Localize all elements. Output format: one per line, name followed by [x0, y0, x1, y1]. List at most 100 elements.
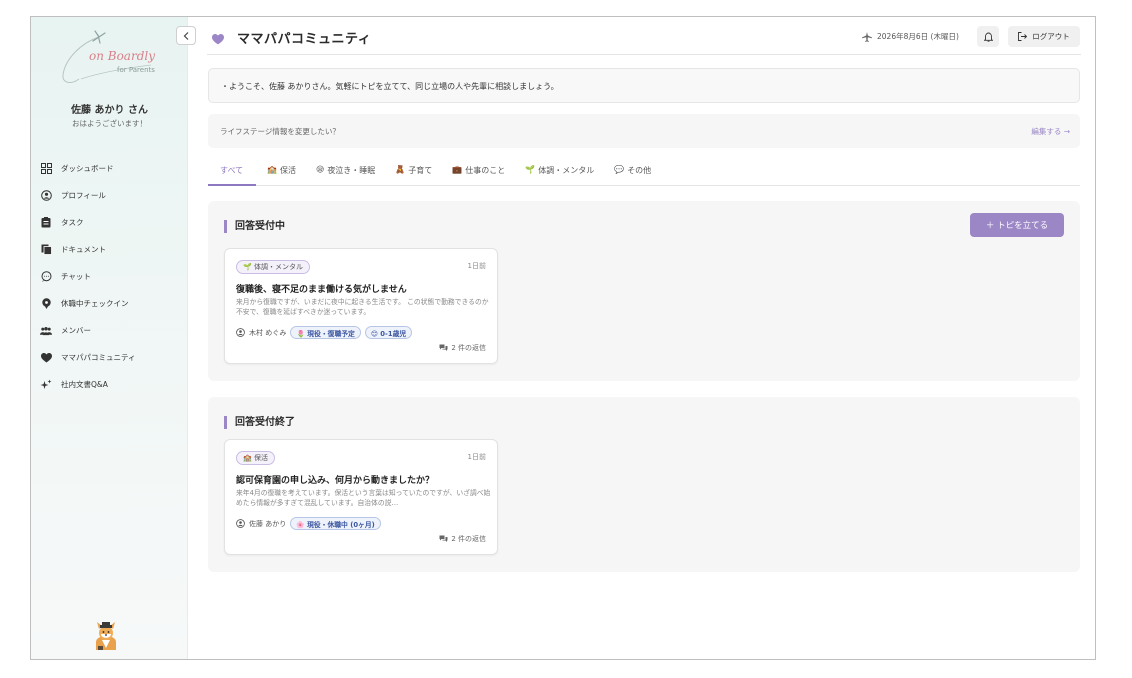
- user-circle-icon: [40, 190, 52, 202]
- sidebar-nav: ダッシュボード プロフィール タスク ドキュメント チャット 休職中チェックイン…: [40, 155, 186, 398]
- sidebar-item-profile[interactable]: プロフィール: [40, 182, 186, 209]
- open-topics-section: 回答受付中 ＋ トピを立てる 🌱 体調・メンタル 1日前 復職後、寝不足のまま働…: [208, 201, 1080, 381]
- seedling-icon: 🌱: [525, 165, 536, 174]
- author-meta: 佐藤 あかり 🌸 現役・休職中 (0ヶ月): [236, 517, 381, 530]
- topic-excerpt: 来年4月の復職を考えています。保活という言葉は知っていたのですが、いざ調べ始めた…: [236, 489, 491, 507]
- bell-icon: [983, 32, 993, 42]
- brand-name: on Boardly: [89, 49, 155, 63]
- page-header: ママパパコミュニティ 2026年8月6日 (木曜日) ログアウト: [207, 17, 1081, 55]
- sidebar-item-label: 社内文書Q&A: [61, 380, 108, 389]
- tab-all[interactable]: すべて: [208, 162, 256, 186]
- category-tabs: すべて 🏫 保活 😪 夜泣き・睡眠 🧸 子育て 💼 仕事のこと 🌱 体調・メンタ…: [208, 162, 1080, 186]
- lifestage-chip: 🌷 現役・復職予定: [290, 326, 361, 339]
- sleepy-face-icon: 😪: [315, 165, 325, 174]
- post-time: 1日前: [467, 453, 486, 461]
- sidebar-item-label: メンバー: [61, 326, 91, 335]
- tab-label: 子育て: [408, 166, 433, 175]
- sidebar-item-label: ママパパコミュニティ: [61, 353, 136, 362]
- tab-label: 保活: [279, 166, 296, 175]
- tab-work[interactable]: 💼 仕事のこと: [452, 162, 505, 186]
- lifestage-question: ライフステージ情報を変更したい？: [220, 127, 340, 136]
- sidebar-item-tasks[interactable]: タスク: [40, 209, 186, 236]
- section-title: 回答受付終了: [224, 416, 295, 429]
- mascot-dog-icon: [92, 620, 120, 652]
- documents-icon: [40, 244, 52, 256]
- sparkle-icon: [40, 379, 52, 391]
- user-avatar-icon: [236, 328, 245, 337]
- sidebar-item-dashboard[interactable]: ダッシュボード: [40, 155, 186, 182]
- category-tag: 🏫 保活: [236, 451, 275, 465]
- comments-icon: [439, 535, 448, 542]
- pin-icon: [40, 298, 52, 310]
- clipboard-icon: [40, 217, 52, 229]
- date-text: 2026年8月6日 (木曜日): [877, 32, 959, 41]
- tab-parenting[interactable]: 🧸 子育て: [395, 162, 432, 186]
- people-icon: [40, 325, 52, 337]
- sidebar-item-checkin[interactable]: 休職中チェックイン: [40, 290, 186, 317]
- app-window: on Boardly for Parents 佐藤 あかり さん おはようござい…: [30, 16, 1096, 660]
- sidebar-item-label: ドキュメント: [61, 245, 106, 254]
- tab-other[interactable]: 💬 その他: [614, 162, 651, 186]
- logout-label: ログアウト: [1032, 32, 1070, 41]
- grid-icon: [40, 163, 52, 175]
- airplane-icon: [862, 31, 872, 42]
- topic-title: 認可保育園の申し込み、何月から動きましたか？: [236, 476, 435, 486]
- new-topic-button[interactable]: ＋ トピを立てる: [970, 213, 1064, 237]
- sidebar-item-label: 休職中チェックイン: [61, 299, 129, 308]
- author-meta: 木村 めぐみ 🌷 現役・復職予定 😊 0-1歳児: [236, 326, 413, 339]
- sidebar-item-doc-qa[interactable]: 社内文書Q&A: [40, 371, 186, 398]
- user-avatar-icon: [236, 519, 245, 528]
- category-tag: 🌱 体調・メンタル: [236, 260, 310, 274]
- post-time: 1日前: [467, 262, 486, 270]
- topic-card[interactable]: 🌱 体調・メンタル 1日前 復職後、寝不足のまま働ける気がしません 来月から復職…: [224, 248, 498, 364]
- sidebar-item-label: タスク: [61, 218, 84, 227]
- lifestage-edit-link[interactable]: 編集する →: [1031, 126, 1070, 137]
- child-age-chip: 😊 0-1歳児: [364, 326, 413, 339]
- brand-tagline: for Parents: [117, 66, 155, 74]
- briefcase-icon: 💼: [452, 165, 463, 174]
- heart-icon: [40, 352, 52, 364]
- lifestage-chip: 🌸 現役・休職中 (0ヶ月): [290, 517, 381, 530]
- sidebar: on Boardly for Parents 佐藤 あかり さん おはようござい…: [31, 17, 188, 659]
- reply-count: 2 件の返信: [439, 343, 486, 353]
- chevron-left-icon: [183, 31, 189, 40]
- sidebar-item-documents[interactable]: ドキュメント: [40, 236, 186, 263]
- notifications-button[interactable]: [977, 26, 999, 47]
- comments-icon: [439, 344, 448, 351]
- tab-label: その他: [627, 166, 652, 175]
- current-date: 2026年8月6日 (木曜日): [862, 31, 959, 42]
- sidebar-item-label: チャット: [61, 272, 91, 281]
- welcome-banner: ・ようこそ、佐藤 あかりさん。気軽にトピを立てて、同じ立場の人や先輩に相談しまし…: [208, 68, 1080, 103]
- tab-hokatsu[interactable]: 🏫 保活: [267, 162, 296, 186]
- sidebar-item-chat[interactable]: チャット: [40, 263, 186, 290]
- tab-health[interactable]: 🌱 体調・メンタル: [525, 162, 594, 186]
- sidebar-item-label: ダッシュボード: [61, 164, 114, 173]
- tab-sleep[interactable]: 😪 夜泣き・睡眠: [316, 162, 375, 186]
- user-name: 佐藤 あかり さん: [71, 105, 148, 116]
- sidebar-item-community[interactable]: ママパパコミュニティ: [40, 344, 186, 371]
- section-title: 回答受付中: [224, 220, 285, 233]
- tab-label: 体調・メンタル: [538, 166, 595, 175]
- closed-topics-section: 回答受付終了 🏫 保活 1日前 認可保育園の申し込み、何月から動きましたか？ 来…: [208, 397, 1080, 572]
- tab-label: 仕事のこと: [465, 166, 506, 175]
- sidebar-item-members[interactable]: メンバー: [40, 317, 186, 344]
- page-title: ママパパコミュニティ: [237, 32, 372, 47]
- lifestage-banner: ライフステージ情報を変更したい？ 編集する →: [208, 114, 1080, 148]
- logout-icon: [1018, 32, 1028, 41]
- author-name: 木村 めぐみ: [249, 328, 287, 337]
- author-name: 佐藤 あかり: [249, 519, 287, 528]
- sidebar-item-label: プロフィール: [61, 191, 106, 200]
- reply-count-text: 2 件の返信: [451, 535, 486, 543]
- topic-card[interactable]: 🏫 保活 1日前 認可保育園の申し込み、何月から動きましたか？ 来年4月の復職を…: [224, 439, 498, 555]
- sidebar-collapse-button[interactable]: [176, 26, 196, 45]
- chat-bubble-icon: [40, 271, 52, 283]
- school-icon: 🏫: [267, 165, 277, 174]
- tab-label: すべて: [220, 166, 244, 175]
- topic-title: 復職後、寝不足のまま働ける気がしません: [236, 285, 407, 295]
- teddy-bear-icon: 🧸: [395, 165, 406, 174]
- reply-count: 2 件の返信: [439, 534, 486, 544]
- speech-bubble-icon: 💬: [614, 165, 625, 174]
- brand-logo[interactable]: on Boardly for Parents: [59, 29, 159, 87]
- logout-button[interactable]: ログアウト: [1008, 26, 1080, 47]
- tab-label: 夜泣き・睡眠: [327, 166, 376, 175]
